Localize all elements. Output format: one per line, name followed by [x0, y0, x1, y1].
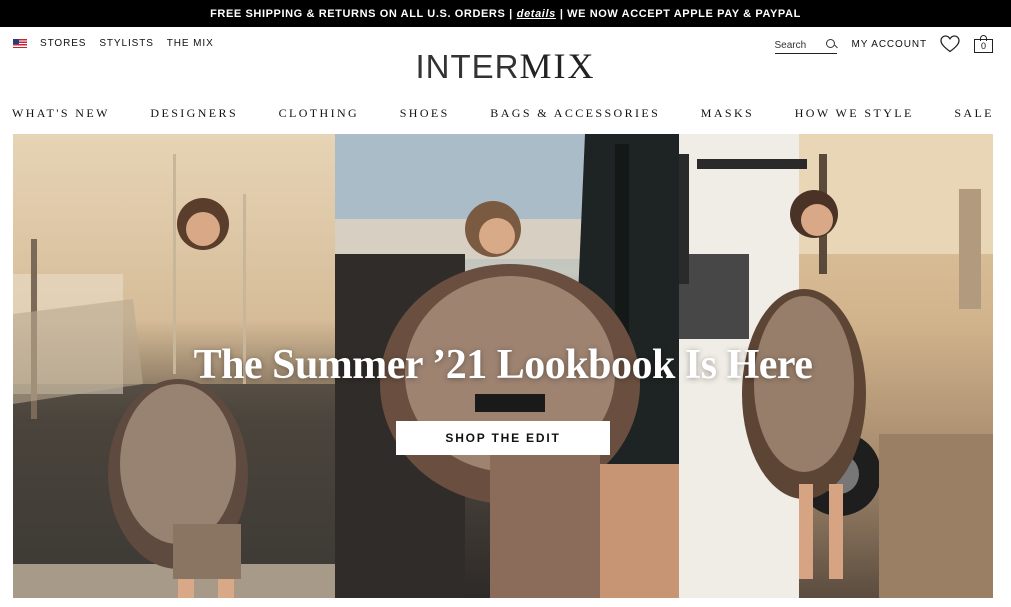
- promo-text-shipping: FREE SHIPPING & RETURNS ON ALL U.S. ORDE…: [210, 7, 513, 20]
- utility-header: STORES STYLISTS THE MIX INTERMIX MY ACCO…: [0, 28, 1011, 96]
- us-flag-icon[interactable]: [13, 39, 27, 48]
- hero-title: The Summer ’21 Lookbook Is Here: [193, 342, 813, 388]
- heart-icon[interactable]: [940, 35, 960, 53]
- nav-item-designers[interactable]: DESIGNERS: [150, 106, 238, 121]
- bag-count: 0: [980, 41, 986, 51]
- nav-item-bags-accessories[interactable]: BAGS & ACCESSORIES: [490, 106, 660, 121]
- my-account-link[interactable]: MY ACCOUNT: [852, 39, 928, 50]
- promo-banner: FREE SHIPPING & RETURNS ON ALL U.S. ORDE…: [0, 0, 1011, 27]
- search-input[interactable]: [774, 40, 815, 51]
- search-icon[interactable]: [825, 39, 837, 50]
- shop-the-edit-button[interactable]: SHOP THE EDIT: [396, 421, 610, 455]
- nav-item-sale[interactable]: SALE: [954, 106, 994, 121]
- nav-item-whats-new[interactable]: WHAT'S NEW: [12, 106, 110, 121]
- nav-item-clothing[interactable]: CLOTHING: [279, 106, 360, 121]
- search-box[interactable]: [774, 34, 837, 54]
- promo-details-link[interactable]: details: [517, 8, 556, 20]
- nav-item-shoes[interactable]: SHOES: [400, 106, 450, 121]
- logo-text-mix: MIX: [519, 46, 596, 86]
- shopping-bag-icon[interactable]: 0: [974, 35, 993, 53]
- promo-text-payment: | WE NOW ACCEPT APPLE PAY & PAYPAL: [559, 7, 801, 20]
- utility-actions: MY ACCOUNT 0: [774, 34, 993, 54]
- logo-text-inter: INTER: [415, 48, 520, 85]
- main-navigation: WHAT'S NEW DESIGNERS CLOTHING SHOES BAGS…: [12, 106, 994, 121]
- hero-banner[interactable]: The Summer ’21 Lookbook Is Here SHOP THE…: [13, 134, 993, 598]
- nav-item-how-we-style[interactable]: HOW WE STYLE: [795, 106, 914, 121]
- nav-item-masks[interactable]: MASKS: [701, 106, 754, 121]
